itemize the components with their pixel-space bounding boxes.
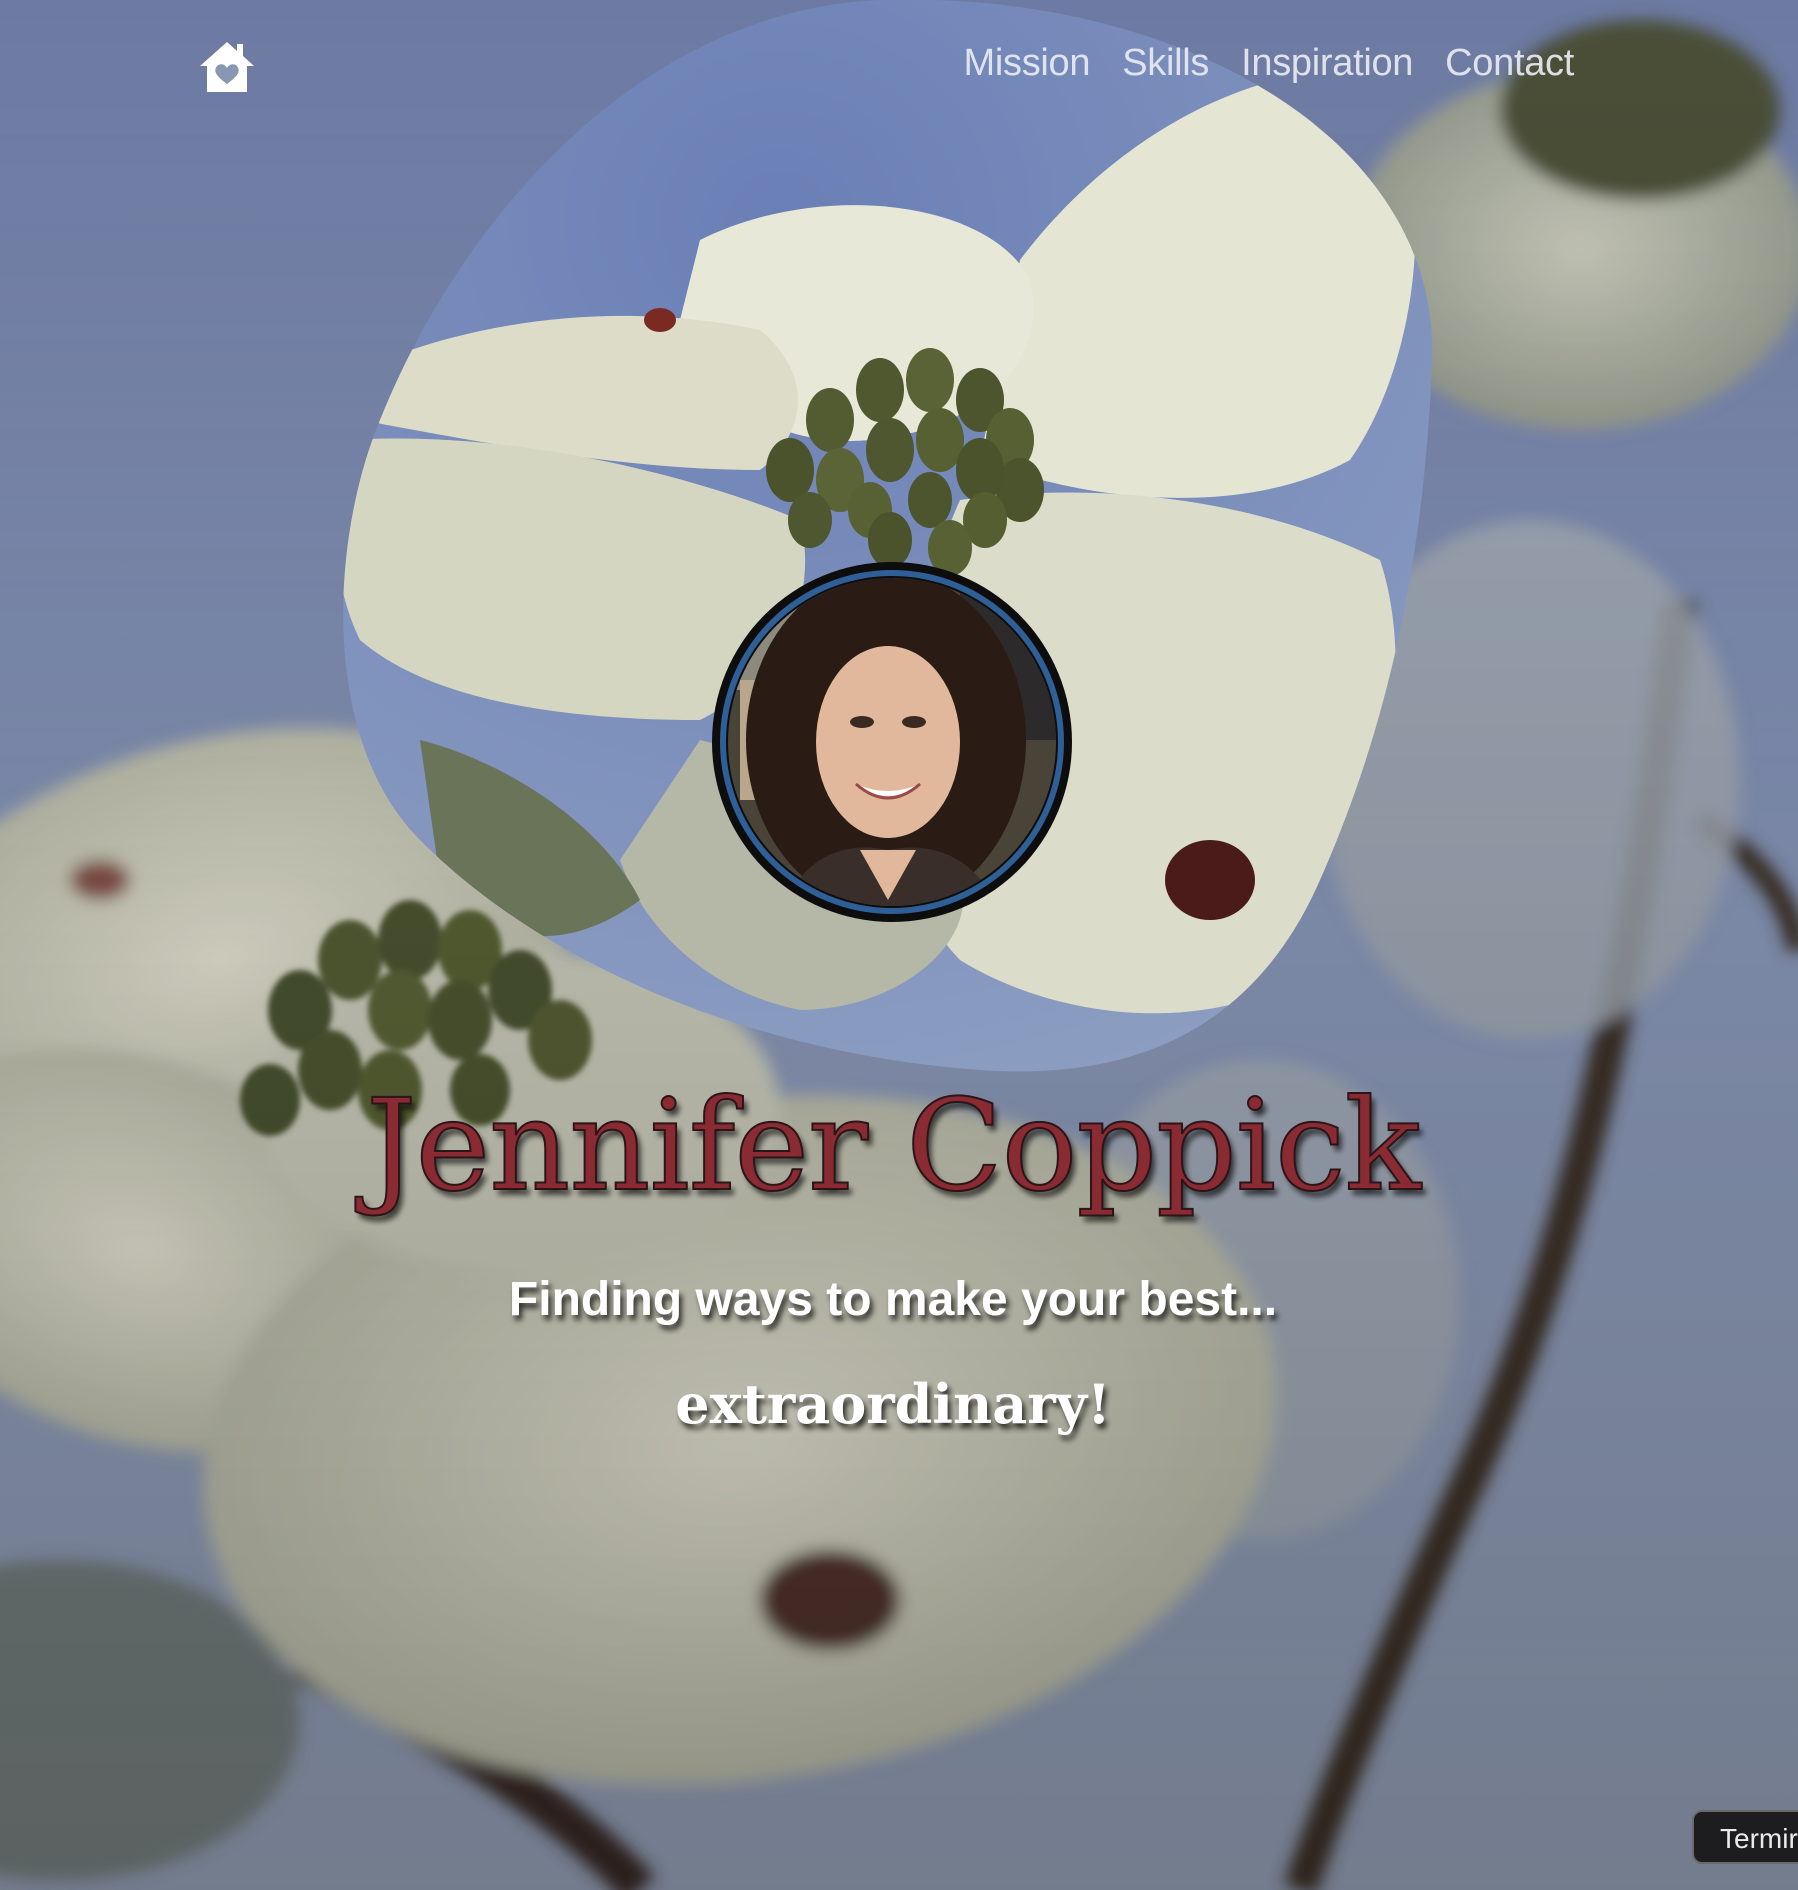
top-nav: Mission Skills Inspiration Contact	[0, 30, 1798, 104]
nav-link-skills[interactable]: Skills	[1122, 42, 1209, 85]
home-heart-icon	[200, 42, 254, 92]
terminal-tab[interactable]: Termir	[1692, 1810, 1798, 1864]
nav-link-contact[interactable]: Contact	[1445, 42, 1574, 85]
background-photo	[0, 0, 1798, 1890]
home-link[interactable]	[196, 38, 258, 96]
hero-tagline: Finding ways to make your best...	[508, 1273, 1278, 1326]
hero-tagline-emphasis: extraordinary!	[675, 1372, 1111, 1436]
nav-links: Mission Skills Inspiration Contact	[964, 42, 1575, 85]
avatar	[712, 562, 1072, 922]
nav-link-mission[interactable]: Mission	[964, 42, 1091, 85]
page: Mission Skills Inspiration Contact Jenni…	[0, 0, 1798, 1890]
nav-link-inspiration[interactable]: Inspiration	[1241, 42, 1413, 85]
hero-name: Jennifer Coppick	[365, 1071, 1422, 1220]
